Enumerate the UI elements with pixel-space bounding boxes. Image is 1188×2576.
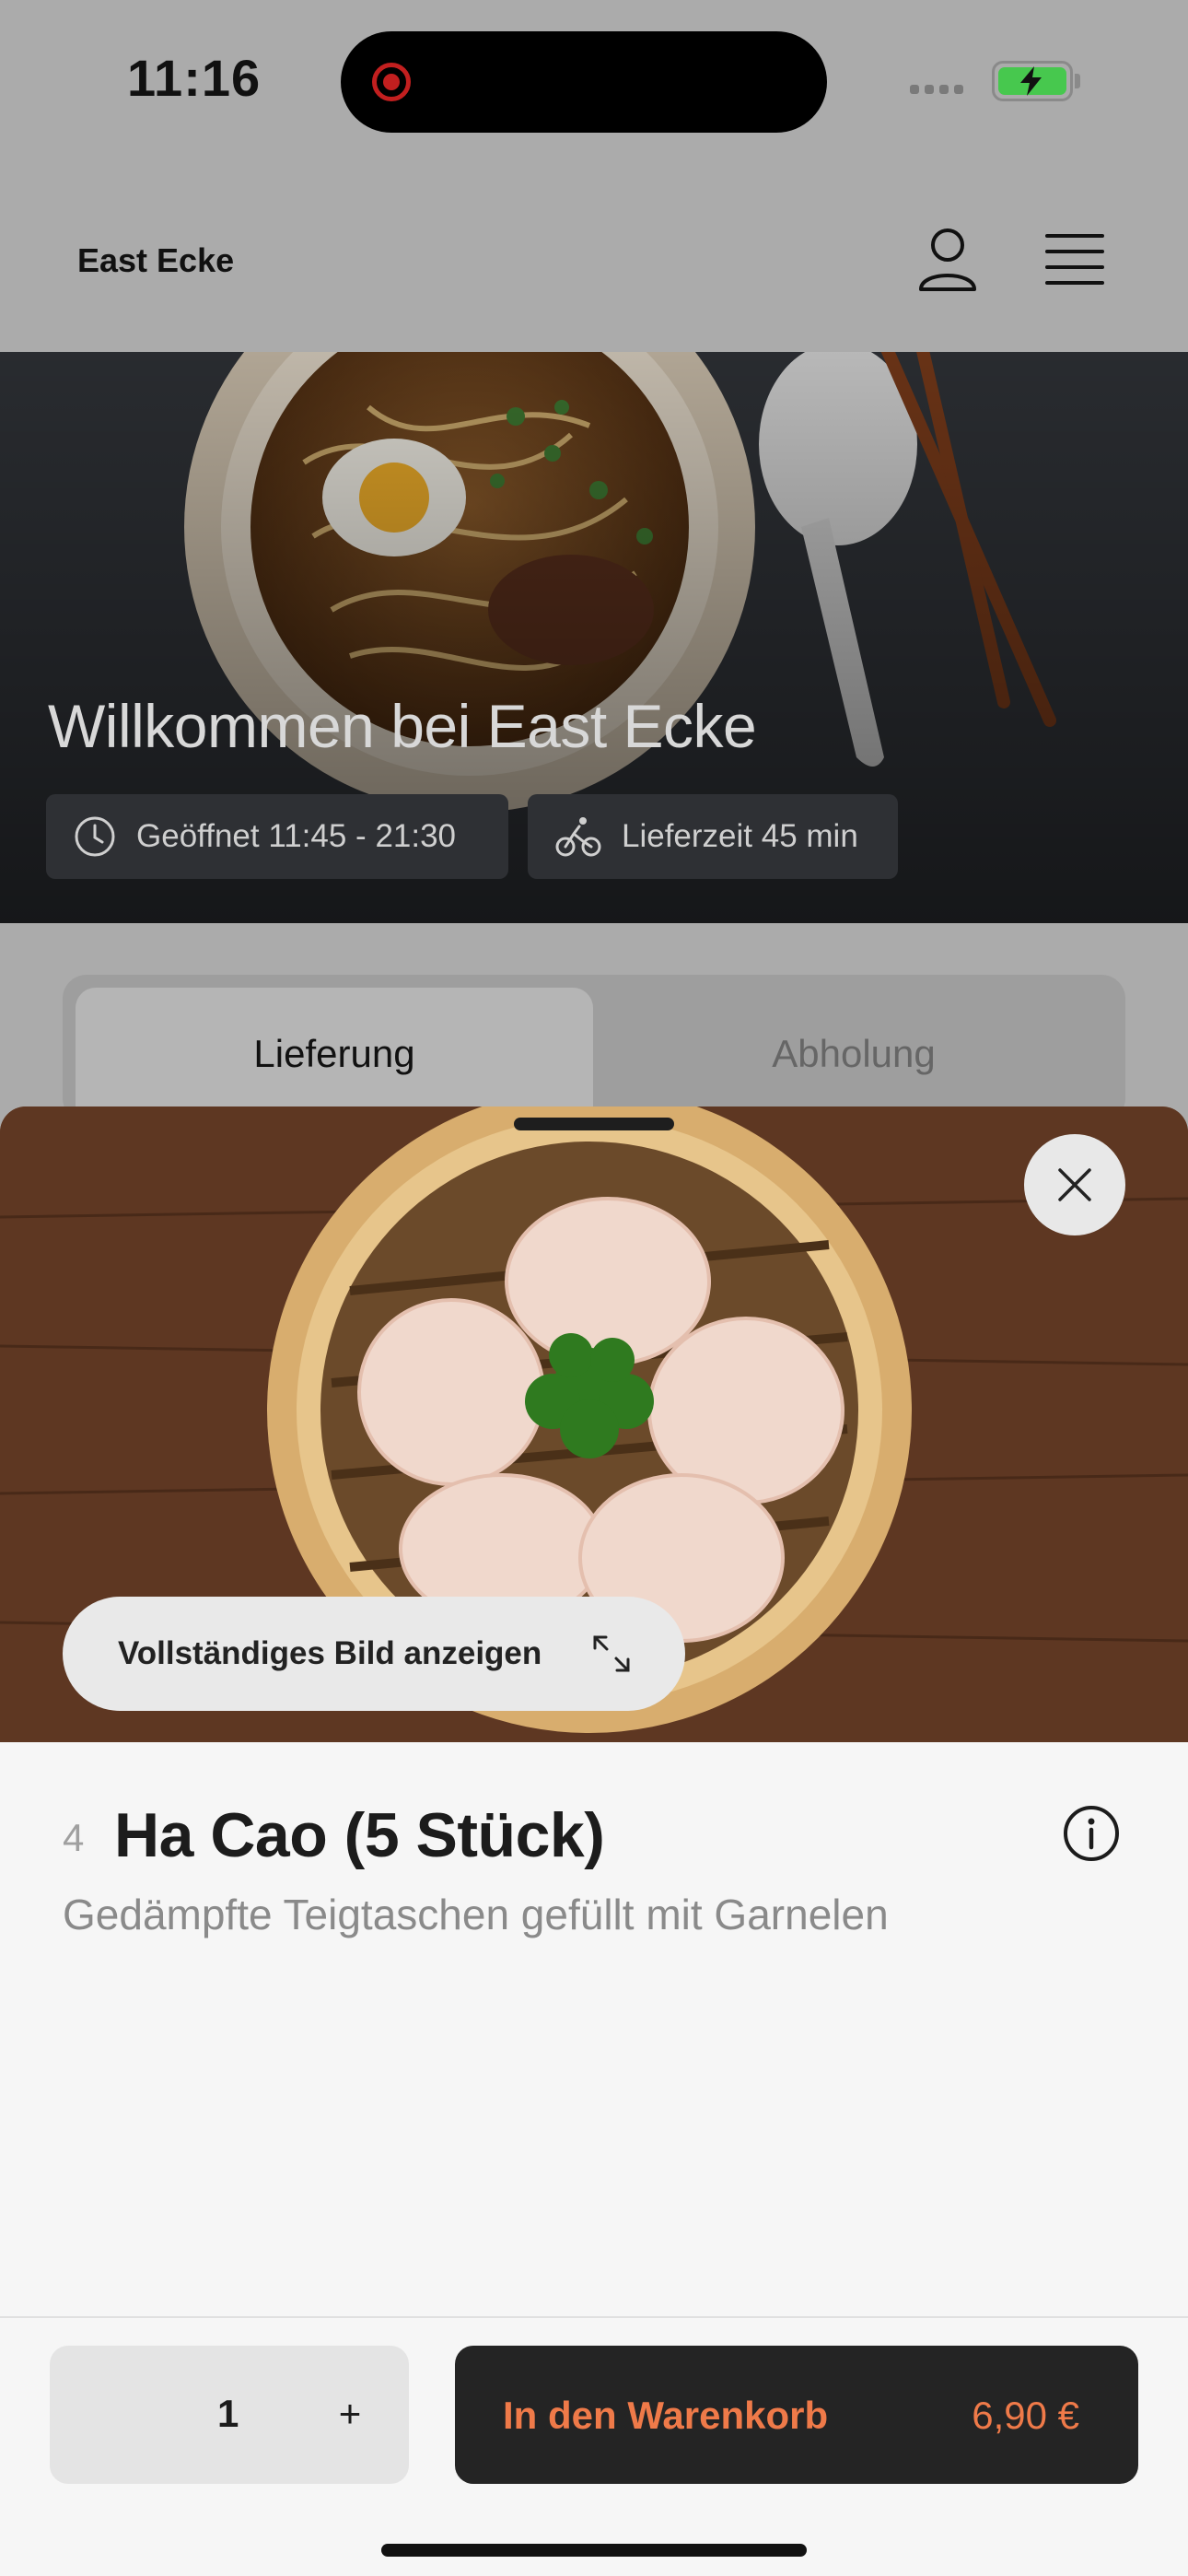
product-image[interactable]: Vollständiges Bild anzeigen [0,1107,1188,1742]
info-icon[interactable] [1063,1805,1120,1862]
opening-hours-chip: Geöffnet 11:45 - 21:30 [46,794,508,879]
item-description: Gedämpfte Teigtaschen gefüllt mit Garnel… [63,1891,889,1938]
close-icon [1058,1168,1091,1201]
delivery-time-chip: Lieferzeit 45 min [528,794,898,879]
dynamic-island [341,31,827,133]
tab-pickup[interactable]: Abholung [595,988,1112,1126]
quantity-value: 1 [217,2392,239,2435]
battery-cap [1075,74,1080,88]
view-full-image-label: Vollständiges Bild anzeigen [118,1635,542,1671]
hero-banner: Willkommen bei East Ecke Geöffnet 11:45 … [0,352,1188,923]
opening-hours-text: Geöffnet 11:45 - 21:30 [136,818,457,854]
record-icon [372,63,411,101]
clock-icon [75,816,115,857]
battery-icon [992,61,1073,101]
bike-icon [555,817,601,857]
order-bar: 1 + In den Warenkorb 6,90 € [0,2316,1188,2576]
order-type-tabs: Lieferung Abholung [63,975,1125,1126]
product-sheet: Vollständiges Bild anzeigen 4 Ha Cao (5 … [0,1107,1188,2576]
item-price: 6,90 € [972,2394,1079,2437]
close-button[interactable] [1024,1134,1125,1235]
app-header: East Ecke [0,166,1188,352]
home-indicator[interactable] [381,2544,807,2557]
status-time: 11:16 [127,49,262,107]
menu-icon[interactable] [1044,232,1105,287]
brand-name[interactable]: East Ecke [77,241,234,280]
expand-icon [593,1635,630,1672]
quantity-stepper: 1 + [50,2346,409,2484]
delivery-time-text: Lieferzeit 45 min [622,818,858,854]
signal-icon [910,85,965,96]
view-full-image-button[interactable]: Vollständiges Bild anzeigen [63,1597,685,1711]
increment-button[interactable]: + [322,2386,378,2441]
item-title: Ha Cao (5 Stück) [114,1800,605,1870]
status-bar: 11:16 [0,0,1188,166]
add-to-cart-label: In den Warenkorb [503,2394,829,2437]
item-number: 4 [63,1816,85,1859]
sheet-grabber[interactable] [514,1118,674,1130]
hero-title: Willkommen bei East Ecke [48,692,757,760]
add-to-cart-button[interactable]: In den Warenkorb 6,90 € [455,2346,1138,2484]
user-icon[interactable] [917,227,978,293]
tab-delivery[interactable]: Lieferung [76,988,593,1126]
